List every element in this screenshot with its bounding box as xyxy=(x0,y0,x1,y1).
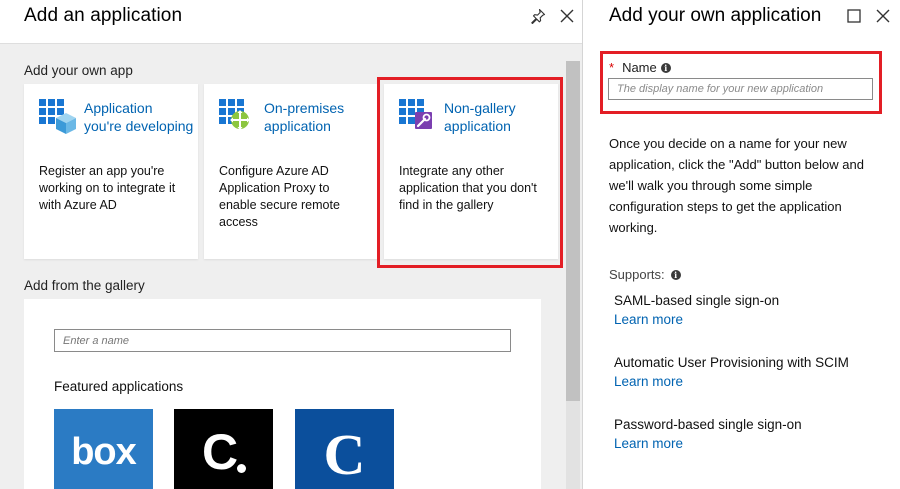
name-field-label: * Name i xyxy=(609,60,671,75)
required-marker: * xyxy=(609,60,615,75)
app-grid-cube-icon xyxy=(39,99,77,135)
app-grid-proxy-icon xyxy=(219,99,257,135)
learn-more-link[interactable]: Learn more xyxy=(614,434,884,453)
info-icon[interactable]: i xyxy=(670,269,681,280)
own-app-section-label: Add your own app xyxy=(24,63,133,78)
gallery-section-label: Add from the gallery xyxy=(24,278,145,293)
tile-c-dot[interactable]: C xyxy=(174,409,273,489)
add-application-blade: Add an application Add your own app Appl… xyxy=(0,0,583,489)
add-own-application-blade: Add your own application * Name i Once y… xyxy=(584,0,900,489)
maximize-icon[interactable] xyxy=(846,8,862,24)
name-input[interactable] xyxy=(608,78,873,100)
card-description: Configure Azure AD Application Proxy to … xyxy=(219,164,340,229)
blade-title: Add your own application xyxy=(609,5,822,26)
card-on-premises[interactable]: On-premises application Configure Azure … xyxy=(204,84,378,259)
card-title[interactable]: Application you're developing xyxy=(84,99,194,135)
blade-body: Add your own app Application you're deve… xyxy=(0,44,582,489)
blade-title: Add an application xyxy=(24,5,183,26)
gallery-search-input[interactable] xyxy=(54,329,511,352)
support-item-password: Password-based single sign-on Learn more xyxy=(614,415,884,453)
gallery-panel: Featured applications box C C xyxy=(24,299,541,489)
supports-label-text: Supports: xyxy=(609,267,665,282)
pin-icon[interactable] xyxy=(530,8,546,25)
support-name: Password-based single sign-on xyxy=(614,417,802,432)
tile-dot-shape xyxy=(237,464,246,473)
close-icon[interactable] xyxy=(559,8,575,24)
card-description: Register an app you're working on to int… xyxy=(39,164,176,212)
card-title[interactable]: Non-gallery application xyxy=(444,99,554,135)
tile-box-logo: box xyxy=(71,431,137,473)
card-non-gallery[interactable]: Non-gallery application Integrate any ot… xyxy=(384,84,558,259)
featured-applications-label: Featured applications xyxy=(54,379,184,394)
support-item-saml: SAML-based single sign-on Learn more xyxy=(614,291,884,329)
learn-more-link[interactable]: Learn more xyxy=(614,310,884,329)
instructions-text: Once you decide on a name for your new a… xyxy=(609,136,864,235)
support-item-scim: Automatic User Provisioning with SCIM Le… xyxy=(614,353,884,391)
support-name: Automatic User Provisioning with SCIM xyxy=(614,355,849,370)
learn-more-link[interactable]: Learn more xyxy=(614,372,884,391)
support-name: SAML-based single sign-on xyxy=(614,293,780,308)
card-description: Integrate any other application that you… xyxy=(399,164,537,212)
close-icon[interactable] xyxy=(875,8,891,24)
tile-c-dot-logo: C xyxy=(202,424,239,480)
tile-box[interactable]: box xyxy=(54,409,153,489)
supports-label: Supports: i xyxy=(609,267,681,282)
tile-c-serif-logo: C xyxy=(323,422,366,487)
card-app-developing[interactable]: Application you're developing Register a… xyxy=(24,84,198,259)
scrollbar-thumb[interactable] xyxy=(566,61,580,401)
card-title[interactable]: On-premises application xyxy=(264,99,374,135)
name-label-text: Name xyxy=(622,60,657,75)
app-grid-wrench-icon xyxy=(399,99,437,135)
tile-c-serif[interactable]: C xyxy=(295,409,394,489)
blade-header: Add an application xyxy=(0,0,582,44)
scrollbar-track[interactable] xyxy=(566,61,580,489)
info-icon[interactable]: i xyxy=(660,62,671,73)
